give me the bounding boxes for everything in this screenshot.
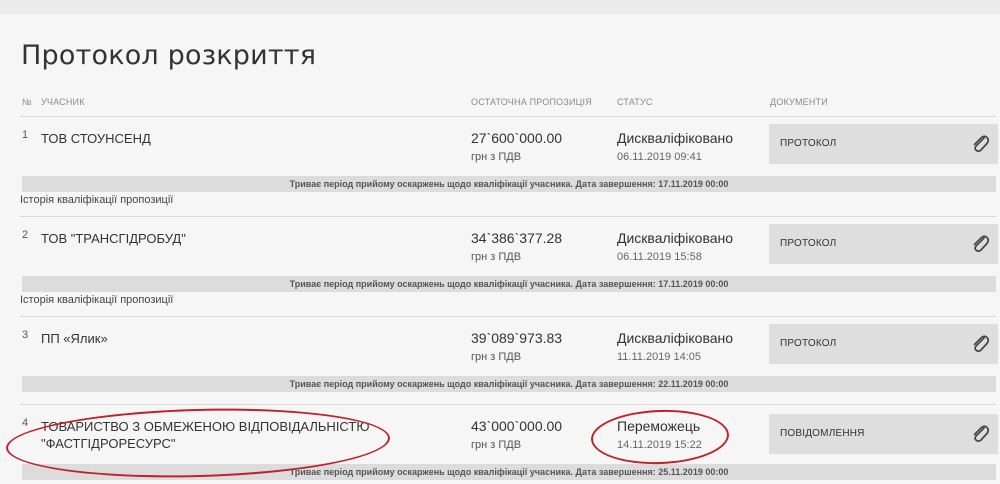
row-number: 4 (22, 417, 29, 429)
offer-amount: 34`386`377.28 (471, 230, 563, 246)
vat-note: грн з ПДВ (471, 439, 522, 451)
participant-name: ТОВАРИСТВО З ОБМЕЖЕНОЮ ВІДПОВІДАЛЬНІСТЮ … (41, 419, 370, 451)
status-text: Дискваліфіковано (617, 130, 734, 146)
qualification-history-link[interactable]: Історія кваліфікації пропозиції (20, 194, 173, 206)
offer-amount: 27`600`000.00 (471, 130, 563, 146)
appeal-notice: Триває період прийому оскаржень щодо ква… (22, 176, 996, 192)
document-button-protocol[interactable]: Протокол (769, 224, 998, 264)
paperclip-icon (973, 335, 990, 352)
document-label: Протокол (780, 238, 837, 249)
header-documents: Документи (770, 97, 828, 107)
vat-note: грн з ПДВ (471, 151, 522, 163)
table-row: 4 ТОВАРИСТВО З ОБМЕЖЕНОЮ ВІДПОВІДАЛЬНІСТ… (20, 404, 998, 484)
row-divider (20, 216, 996, 217)
status-date: 06.11.2019 09:41 (617, 151, 702, 163)
header-participant: Учасник (41, 97, 85, 107)
table-row: 1 ТОВ СТОУНСЕНД 27`600`000.00 грн з ПДВ … (20, 116, 998, 216)
participant-name: ПП «Ялик» (41, 331, 108, 346)
vat-note: грн з ПДВ (471, 251, 522, 263)
status-date: 14.11.2019 15:22 (617, 439, 702, 451)
header-status: Статус (617, 97, 653, 107)
paperclip-icon (973, 425, 990, 442)
appeal-notice: Триває період прийому оскаржень щодо ква… (22, 276, 996, 292)
status-text: Переможець (617, 418, 701, 434)
document-label: Протокол (780, 138, 837, 149)
document-label: Повідомлення (780, 428, 865, 439)
table-row: 3 ПП «Ялик» 39`089`973.83 грн з ПДВ Диск… (20, 316, 998, 404)
table-row: 2 ТОВ "ТРАНСГІДРОБУД" 34`386`377.28 грн … (20, 216, 998, 316)
row-number: 1 (22, 129, 29, 141)
status-date: 11.11.2019 14:05 (617, 351, 702, 363)
paperclip-icon (973, 235, 990, 252)
offer-amount: 43`000`000.00 (471, 418, 563, 434)
document-button-notification[interactable]: Повідомлення (769, 414, 998, 454)
appeal-notice: Триває період прийому оскаржень щодо ква… (22, 376, 996, 392)
row-divider (20, 116, 996, 117)
status-text: Дискваліфіковано (617, 330, 734, 346)
paperclip-icon (973, 135, 990, 152)
row-divider (20, 316, 996, 317)
qualification-history-link[interactable]: Історія кваліфікації пропозиції (20, 294, 173, 306)
status-date: 06.11.2019 15:58 (617, 251, 702, 263)
offer-amount: 39`089`973.83 (471, 330, 563, 346)
row-number: 2 (22, 229, 29, 241)
status-text: Дискваліфіковано (617, 230, 734, 246)
document-button-protocol[interactable]: Протокол (769, 324, 998, 364)
header-final-offer: Остаточна пропозиція (471, 97, 592, 107)
participant-name: ТОВ "ТРАНСГІДРОБУД" (41, 231, 186, 246)
document-button-protocol[interactable]: Протокол (769, 124, 998, 164)
row-number: 3 (22, 329, 29, 341)
header-number: № (22, 97, 32, 107)
top-band (0, 0, 1000, 14)
appeal-notice: Триває період прийому оскаржень щодо ква… (22, 464, 996, 480)
document-label: Протокол (780, 338, 837, 349)
vat-note: грн з ПДВ (471, 351, 522, 363)
participant-name: ТОВ СТОУНСЕНД (41, 131, 151, 146)
page-title: Протокол розкриття (21, 40, 317, 71)
row-divider (20, 404, 996, 405)
